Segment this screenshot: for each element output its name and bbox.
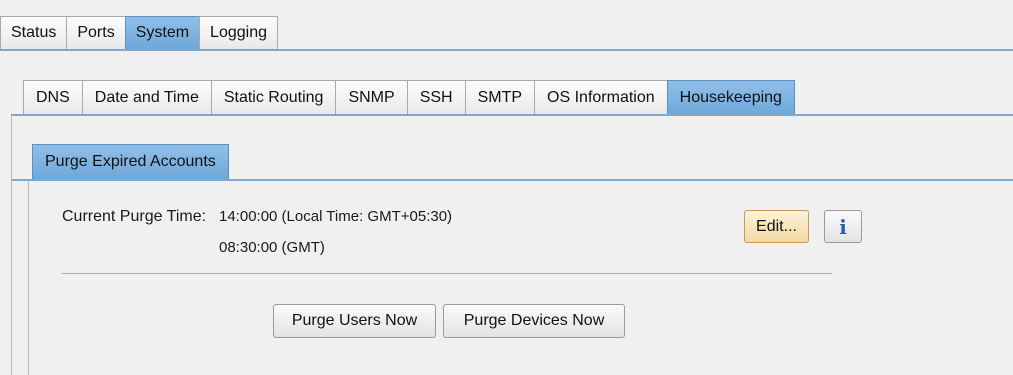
tab-static-routing[interactable]: Static Routing — [210, 80, 337, 115]
tab-os-information[interactable]: OS Information — [534, 80, 668, 115]
purge-devices-now-button[interactable]: Purge Devices Now — [443, 304, 625, 338]
tab-housekeeping[interactable]: Housekeeping — [666, 80, 795, 115]
housekeeping-tab-bar: Purge Expired Accounts — [32, 144, 229, 179]
tab-smtp[interactable]: SMTP — [464, 80, 536, 115]
current-purge-time-label: Current Purge Time: — [62, 208, 207, 225]
edit-button[interactable]: Edit... — [744, 210, 809, 243]
top-tab-rule — [0, 49, 1013, 51]
info-button[interactable]: i — [824, 210, 862, 243]
info-icon: i — [839, 214, 847, 239]
tab-dns[interactable]: DNS — [23, 80, 83, 115]
tab-status[interactable]: Status — [0, 16, 68, 49]
purge-local-time: 14:00:00 (Local Time: GMT+05:30) — [219, 208, 453, 225]
housekeeping-panel: Purge Expired Accounts Current Purge Tim… — [11, 116, 1013, 375]
tab-purge-expired-accounts[interactable]: Purge Expired Accounts — [32, 144, 229, 179]
tab-ports[interactable]: Ports — [66, 16, 126, 49]
tab-ssh[interactable]: SSH — [406, 80, 466, 115]
tab-system[interactable]: System — [124, 16, 201, 49]
app-window: Status Ports System Logging DNS Date and… — [0, 0, 1013, 375]
purge-expired-accounts-panel: Current Purge Time: 14:00:00 (Local Time… — [28, 181, 1013, 375]
purge-users-now-button[interactable]: Purge Users Now — [273, 304, 436, 338]
tab-date-and-time[interactable]: Date and Time — [81, 80, 212, 115]
tab-snmp[interactable]: SNMP — [335, 80, 408, 115]
system-panel: DNS Date and Time Static Routing SNMP SS… — [11, 72, 1013, 375]
tab-logging[interactable]: Logging — [199, 16, 278, 49]
purge-gmt-time: 08:30:00 (GMT) — [219, 239, 325, 256]
system-sub-tab-bar: DNS Date and Time Static Routing SNMP SS… — [23, 80, 795, 115]
divider — [62, 273, 832, 274]
top-tab-bar: Status Ports System Logging — [0, 14, 278, 49]
